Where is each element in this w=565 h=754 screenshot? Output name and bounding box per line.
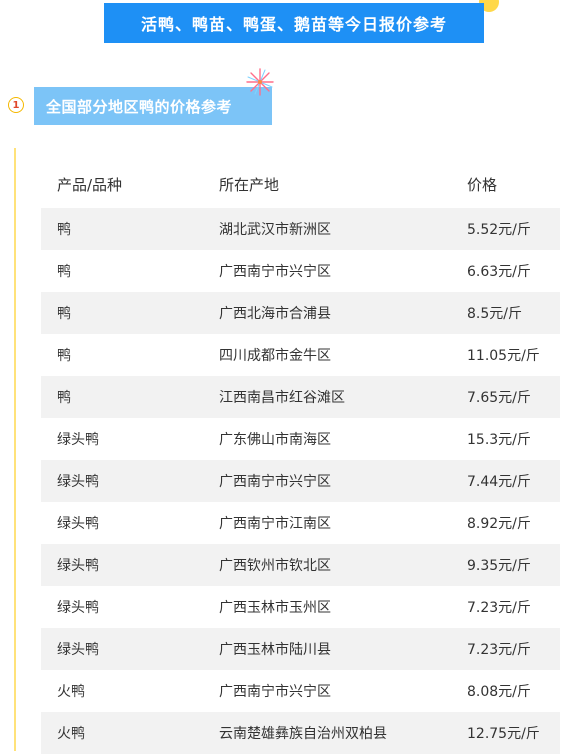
cell-product: 鸭 — [57, 390, 71, 406]
table-row: 鸭 广西南宁市兴宁区 6.63元/斤 — [41, 250, 560, 292]
cell-origin: 广西玉林市陆川县 — [219, 642, 331, 658]
cell-price: 8.08元/斤 — [467, 684, 531, 700]
cell-product: 火鸭 — [57, 726, 85, 742]
decorative-side-line — [14, 148, 16, 751]
table-row: 鸭 湖北武汉市新洲区 5.52元/斤 — [41, 208, 560, 250]
section-heading: 全国部分地区鸭的价格参考 — [34, 87, 272, 125]
cell-origin: 广西南宁市江南区 — [219, 516, 331, 532]
cell-product: 鸭 — [57, 222, 71, 238]
table-body: 鸭湖北武汉市新洲区 5.52元/斤鸭广西南宁市兴宁区 6.63元/斤鸭广西北海市合浦… — [41, 208, 560, 754]
table-row: 绿头鸭 广东佛山市南海区 15.3元/斤 — [41, 418, 560, 460]
cell-price: 11.05元/斤 — [467, 348, 540, 364]
table-row: 鸭 广西北海市合浦县 8.5元/斤 — [41, 292, 560, 334]
cell-origin: 江西南昌市红谷滩区 — [219, 390, 345, 406]
price-table: 产品/品种 所在产地 价格 鸭湖北武汉市新洲区 5.52元/斤鸭广西南宁市兴宁区 6… — [41, 160, 560, 754]
cell-price: 12.75元/斤 — [467, 726, 540, 742]
cell-product: 绿头鸭 — [57, 558, 99, 574]
table-header-row: 产品/品种 所在产地 价格 — [41, 160, 560, 208]
cell-product: 绿头鸭 — [57, 642, 99, 658]
cell-price: 7.23元/斤 — [467, 642, 531, 658]
cell-product: 火鸭 — [57, 684, 85, 700]
cell-origin: 广西北海市合浦县 — [219, 306, 331, 322]
page-title-banner: 活鸭、鸭苗、鸭蛋、鹅苗等今日报价参考 — [104, 3, 484, 43]
table-row: 绿头鸭 广西玉林市陆川县 7.23元/斤 — [41, 628, 560, 670]
table-row: 鸭 四川成都市金牛区 11.05元/斤 — [41, 334, 560, 376]
table-row: 火鸭 云南楚雄彝族自治州双柏县 12.75元/斤 — [41, 712, 560, 754]
header-origin: 所在产地 — [219, 175, 280, 194]
cell-origin: 广东佛山市南海区 — [219, 432, 331, 448]
table-row: 绿头鸭 广西玉林市玉州区 7.23元/斤 — [41, 586, 560, 628]
cell-product: 鸭 — [57, 348, 71, 364]
cell-origin: 广西南宁市兴宁区 — [219, 684, 331, 700]
cell-origin: 四川成都市金牛区 — [219, 348, 331, 364]
header-product: 产品/品种 — [57, 175, 123, 194]
cell-price: 8.92元/斤 — [467, 516, 531, 532]
table-row: 绿头鸭 广西南宁市江南区 8.92元/斤 — [41, 502, 560, 544]
cell-origin: 云南楚雄彝族自治州双柏县 — [219, 726, 387, 742]
cell-price: 7.44元/斤 — [467, 474, 531, 490]
cell-price: 6.63元/斤 — [467, 264, 531, 280]
table-row: 火鸭 广西南宁市兴宁区 8.08元/斤 — [41, 670, 560, 712]
cell-price: 9.35元/斤 — [467, 558, 531, 574]
cell-price: 15.3元/斤 — [467, 432, 531, 448]
cell-price: 7.23元/斤 — [467, 600, 531, 616]
cell-product: 鸭 — [57, 264, 71, 280]
cell-price: 7.65元/斤 — [467, 390, 531, 406]
cell-product: 鸭 — [57, 306, 71, 322]
cell-origin: 广西南宁市兴宁区 — [219, 264, 331, 280]
cell-origin: 广西南宁市兴宁区 — [219, 474, 331, 490]
firework-icon — [246, 68, 274, 96]
table-row: 鸭 江西南昌市红谷滩区 7.65元/斤 — [41, 376, 560, 418]
table-row: 绿头鸭 广西南宁市兴宁区 7.44元/斤 — [41, 460, 560, 502]
header-price: 价格 — [467, 175, 498, 194]
cell-price: 8.5元/斤 — [467, 306, 522, 322]
cell-product: 绿头鸭 — [57, 600, 99, 616]
cell-product: 绿头鸭 — [57, 516, 99, 532]
cell-origin: 广西钦州市钦北区 — [219, 558, 331, 574]
section-number-badge: 1 — [8, 97, 24, 113]
table-row: 绿头鸭 广西钦州市钦北区 9.35元/斤 — [41, 544, 560, 586]
cell-product: 绿头鸭 — [57, 432, 99, 448]
cell-origin: 广西玉林市玉州区 — [219, 600, 331, 616]
cell-price: 5.52元/斤 — [467, 222, 531, 238]
cell-origin: 湖北武汉市新洲区 — [219, 222, 331, 238]
cell-product: 绿头鸭 — [57, 474, 99, 490]
